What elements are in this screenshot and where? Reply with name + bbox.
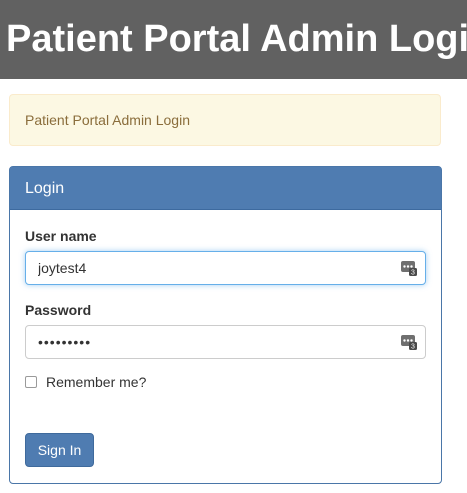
username-input[interactable] (25, 251, 426, 285)
password-label: Password (25, 302, 92, 318)
panel-heading: Login (10, 167, 441, 210)
page-title-bar: Patient Portal Admin Login (0, 0, 467, 79)
page-title: Patient Portal Admin Login (6, 18, 467, 60)
remember-me-label[interactable]: Remember me? (46, 374, 146, 390)
username-label: User name (25, 228, 97, 244)
password-manager-key-icon[interactable]: 3 (400, 260, 418, 277)
password-input[interactable] (25, 325, 426, 359)
remember-me-row[interactable]: Remember me? (25, 374, 146, 390)
login-panel: Login User name 3 Password 3 Remember me… (9, 166, 442, 484)
alert-text: Patient Portal Admin Login (25, 112, 190, 128)
svg-text:3: 3 (411, 344, 415, 351)
alert-notice: Patient Portal Admin Login (9, 94, 441, 146)
password-manager-key-icon[interactable]: 3 (400, 334, 418, 351)
remember-me-checkbox[interactable] (25, 376, 37, 388)
panel-title: Login (25, 180, 65, 197)
svg-text:3: 3 (411, 270, 415, 277)
sign-in-button[interactable]: Sign In (25, 433, 94, 467)
